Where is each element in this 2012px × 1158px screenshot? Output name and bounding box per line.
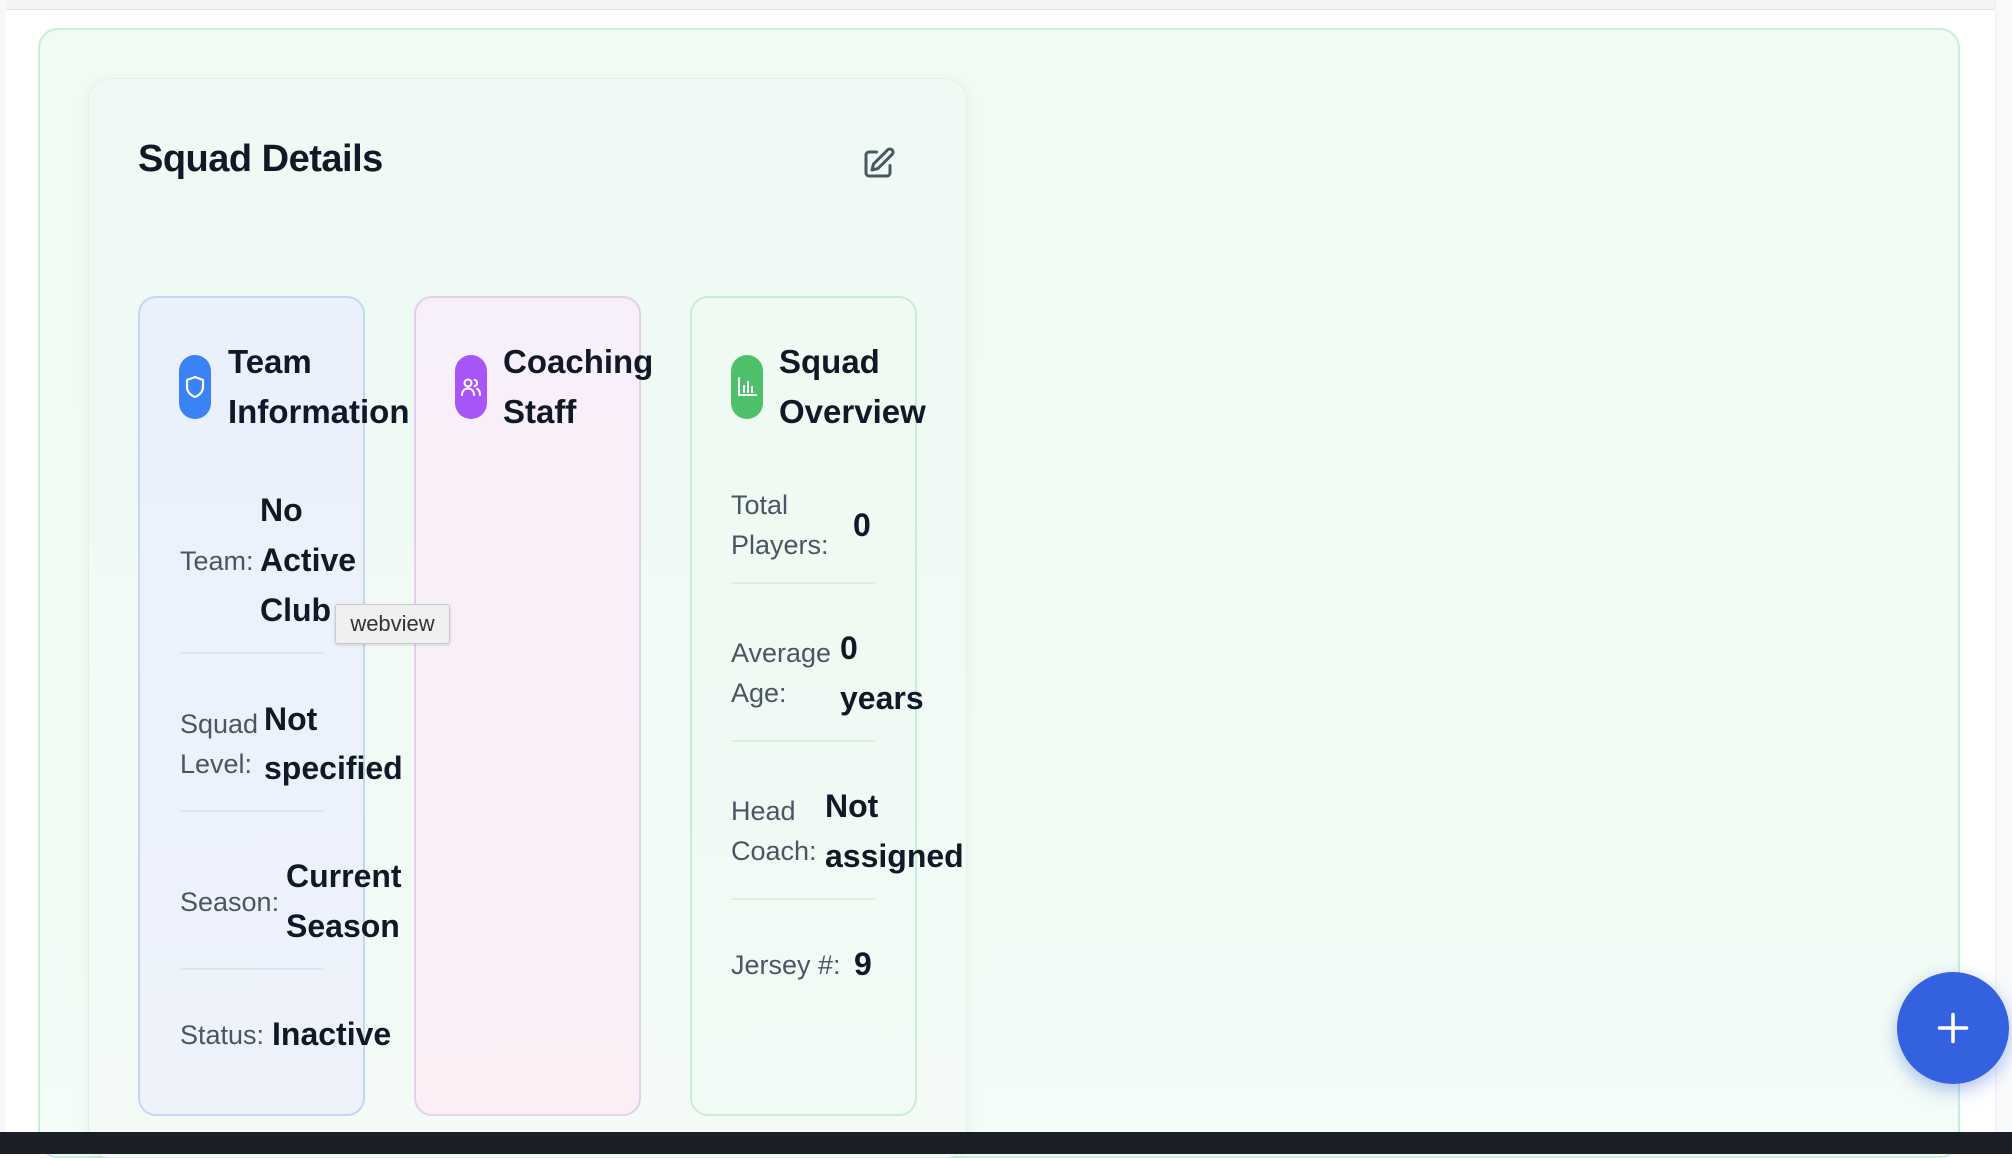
divider [731,898,875,900]
divider [180,652,324,654]
divider [731,740,875,742]
head-coach-value-line1: Not [825,788,879,824]
left-edge [0,0,6,1132]
plus-icon [1937,1012,1969,1044]
coaching-staff-title-line2: Staff [503,393,577,430]
squad-overview-title-line1: Squad [779,343,880,380]
coaching-staff-badge [455,355,487,419]
squad-overview-badge [731,355,763,419]
season-value-line1: Current [286,858,402,894]
squad-level-value-line2: specified [264,750,403,786]
team-information-title-line1: Team [228,343,312,380]
total-players-label-line1: Total [731,490,789,520]
team-value-line3: Club [260,592,332,628]
status-value: Inactive [272,1016,392,1052]
bottom-taskbar [0,1132,2012,1154]
average-age-label-line2: Age: [731,678,787,708]
head-coach-label-line2: Coach: [731,836,817,866]
bar-chart-icon [738,377,757,396]
coaching-staff-title-line1: Coaching [503,343,654,380]
team-label: Team: [180,546,254,576]
users-icon [461,378,481,396]
average-age-label-line1: Average [731,638,832,668]
total-players-label-line2: Players: [731,530,829,560]
add-floating-button[interactable] [1897,972,2009,1084]
webview-tooltip: webview [335,604,450,644]
divider [731,582,875,584]
squad-level-label-line1: Squad [180,709,259,739]
head-coach-value-line2: assigned [825,838,964,874]
total-players-value: 0 [853,507,871,543]
team-information-title-line2: Information [228,393,410,430]
head-coach-label-line1: Head [731,796,796,826]
average-age-value-line2: years [840,680,924,716]
divider [180,968,324,970]
squad-overview-title-line2: Overview [779,393,926,430]
team-value-line2: Active [260,542,357,578]
team-information-badge [179,355,211,419]
top-border [0,0,1995,10]
average-age-value-line1: 0 [840,630,858,666]
status-label: Status: [180,1020,265,1050]
shield-icon [185,375,205,399]
squad-level-value-line1: Not [264,701,318,737]
season-label: Season: [180,887,280,917]
team-value-line1: No [260,492,303,528]
edit-square-pencil-icon [864,147,895,178]
squad-level-label-line2: Level: [180,749,253,779]
jersey-value: 9 [854,946,872,982]
season-value-line2: Season [286,908,400,944]
jersey-label: Jersey #: [731,950,841,980]
divider [180,810,324,812]
right-scroll-edge [1995,0,2012,1132]
edit-button[interactable] [860,146,896,182]
card-title: Squad Details [138,138,383,180]
